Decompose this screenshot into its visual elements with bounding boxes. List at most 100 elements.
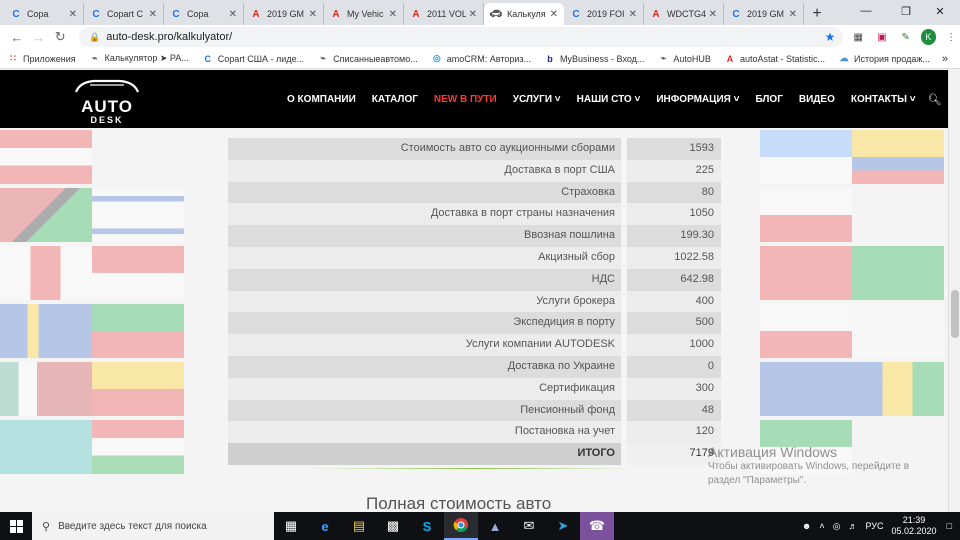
- menu-item[interactable]: НАШИ СТО ˅: [577, 94, 641, 105]
- menu-item[interactable]: БЛОГ: [755, 94, 782, 105]
- table-row: Ввозная пошлина 199.30: [228, 225, 721, 247]
- menu-item-label: ВИДЕО: [798, 93, 835, 105]
- back-icon[interactable]: ←: [6, 26, 28, 48]
- extension-icon[interactable]: ▣: [873, 28, 891, 46]
- close-tab-icon[interactable]: ✕: [709, 9, 717, 20]
- car-logo-icon: [74, 79, 140, 93]
- telegram-icon[interactable]: ➤: [546, 512, 580, 540]
- language-indicator[interactable]: РУС: [865, 521, 883, 531]
- reload-icon[interactable]: ↻: [49, 26, 71, 48]
- app-icon[interactable]: ▲: [478, 512, 512, 540]
- store-icon[interactable]: ▩: [376, 512, 410, 540]
- bookmark-item[interactable]: C Copart США - лиде...: [203, 53, 305, 64]
- minimize-window-icon[interactable]: —: [846, 0, 886, 22]
- bookmark-label: Калькулятор ➤ РА...: [104, 53, 189, 63]
- bookmark-label: История продаж...: [853, 53, 930, 64]
- close-tab-icon[interactable]: ✕: [550, 9, 558, 20]
- close-window-icon[interactable]: ✕: [920, 0, 960, 22]
- menu-item[interactable]: О КОМПАНИИ: [287, 94, 356, 105]
- site-header: AUTO DESK О КОМПАНИИ КАТАЛОГ NEW В ПУТИ УСЛ…: [0, 70, 948, 128]
- tab-title: Copart C: [107, 9, 144, 19]
- row-value: 7179: [627, 443, 721, 465]
- search-icon[interactable]: 🔍︎: [928, 93, 942, 106]
- menu-item[interactable]: КОНТАКТЫ ˅: [851, 94, 916, 105]
- bookmark-item[interactable]: ∷ Приложения: [8, 53, 76, 64]
- logo-text-top: AUTO: [81, 97, 133, 116]
- close-tab-icon[interactable]: ✕: [469, 9, 477, 20]
- crm-icon: ◎: [432, 53, 441, 63]
- mail-icon[interactable]: ✉: [512, 512, 546, 540]
- viber-icon[interactable]: ☎: [580, 512, 614, 540]
- chevron-down-icon: ˅: [552, 93, 561, 105]
- skype-icon[interactable]: S: [410, 512, 444, 540]
- browser-tab[interactable]: C 2019 FOI ✕: [564, 3, 644, 25]
- browser-tab[interactable]: A My Vehic ✕: [324, 3, 404, 25]
- browser-tab[interactable]: C Copa ✕: [4, 3, 84, 25]
- volume-icon[interactable]: ♬: [848, 521, 857, 531]
- close-tab-icon[interactable]: ✕: [629, 9, 637, 20]
- bookmark-item[interactable]: AautoAstat - Statistic...: [725, 54, 825, 64]
- bookmark-item[interactable]: ◎ amoCRM: Авториз...: [432, 53, 531, 64]
- close-tab-icon[interactable]: ✕: [789, 9, 797, 20]
- tray-chevron-up-icon[interactable]: ˄: [819, 521, 824, 531]
- flag-decor: [760, 304, 852, 358]
- forward-icon[interactable]: →: [28, 26, 50, 48]
- bookmark-item[interactable]: ☁ История продаж...: [839, 53, 930, 64]
- close-tab-icon[interactable]: ✕: [229, 9, 237, 20]
- extension-icon[interactable]: ✎: [897, 28, 915, 46]
- close-tab-icon[interactable]: ✕: [69, 9, 77, 20]
- browser-tab[interactable]: C 2019 GM ✕: [724, 3, 804, 25]
- scrollbar-thumb[interactable]: [951, 290, 959, 338]
- page-scrollbar[interactable]: [948, 70, 960, 512]
- menu-item-label: КАТАЛОГ: [371, 93, 418, 105]
- row-label: Доставка в порт США: [228, 159, 621, 182]
- bookmark-item[interactable]: ⌁ Списанныеавтомо...: [318, 53, 417, 64]
- taskbar-clock[interactable]: 21:39 05.02.2020: [892, 515, 937, 537]
- edge-icon[interactable]: e: [308, 512, 342, 540]
- extension-icon[interactable]: ▦: [849, 28, 867, 46]
- chevron-down-icon: ˅: [631, 93, 641, 105]
- bookmark-label: Copart США - лиде...: [217, 53, 305, 64]
- browser-tab-strip: + C Copa ✕ C Copart C ✕ C Copa ✕ A 2019 GM ✕ A My Veh…: [0, 0, 960, 25]
- more-bookmarks-icon[interactable]: »: [942, 53, 948, 65]
- close-tab-icon[interactable]: ✕: [149, 9, 157, 20]
- menu-item[interactable]: NEW В ПУТИ: [434, 94, 497, 105]
- browser-tab[interactable]: A 2011 VOL ✕: [404, 3, 484, 25]
- taskbar-search-input[interactable]: ⚲ Введите здесь текст для поиска: [32, 512, 274, 540]
- browser-tab[interactable]: C Copart C ✕: [84, 3, 164, 25]
- wifi-icon[interactable]: ◎: [833, 521, 841, 532]
- menu-item[interactable]: ИНФОРМАЦИЯ ˅: [656, 94, 739, 105]
- row-label: Страховка: [228, 181, 621, 204]
- bookmark-item[interactable]: b MyBusiness - Вход...: [545, 54, 644, 64]
- task-view-icon[interactable]: ▦: [274, 512, 308, 540]
- windows-start-icon[interactable]: [0, 512, 32, 540]
- bookmark-item[interactable]: ⌁ Калькулятор ➤ РА...: [90, 53, 189, 64]
- flag-decor: [0, 246, 92, 300]
- notifications-icon[interactable]: □: [947, 521, 952, 531]
- browser-tab[interactable]: 🚗︎ Калькуля ✕: [484, 3, 564, 25]
- close-tab-icon[interactable]: ✕: [309, 9, 317, 20]
- close-tab-icon[interactable]: ✕: [389, 9, 397, 20]
- profile-avatar[interactable]: K: [920, 29, 937, 45]
- autoastat-favicon-icon: A: [332, 8, 340, 20]
- chrome-icon[interactable]: [444, 512, 478, 540]
- address-bar[interactable]: 🔒 auto-desk.pro/kalkulyator/ ★: [79, 27, 844, 47]
- browser-tab[interactable]: A WDCTG4 ✕: [644, 3, 724, 25]
- file-explorer-icon[interactable]: ▤: [342, 512, 376, 540]
- menu-item[interactable]: КАТАЛОГ: [372, 94, 418, 105]
- tab-title: 2019 FOI: [587, 9, 625, 19]
- menu-kebab-icon[interactable]: ⋮: [942, 28, 960, 46]
- autodesk-logo[interactable]: AUTO DESK: [70, 78, 144, 125]
- browser-tab[interactable]: C Copa ✕: [164, 3, 244, 25]
- row-value: 120: [627, 421, 721, 444]
- browser-tab[interactable]: A 2019 GM ✕: [244, 3, 324, 25]
- menu-item[interactable]: УСЛУГИ ˅: [513, 94, 561, 105]
- menu-item[interactable]: ВИДЕО: [799, 94, 835, 105]
- flag-decor: [92, 304, 184, 358]
- bookmark-star-icon[interactable]: ★: [825, 30, 836, 44]
- table-row: Услуги брокера 400: [228, 290, 721, 313]
- flag-decor: [760, 130, 852, 184]
- bookmark-item[interactable]: ⌁ AutoHUB: [658, 53, 711, 64]
- new-tab-button[interactable]: +: [804, 3, 830, 25]
- tray-person-icon[interactable]: ☻: [802, 521, 811, 531]
